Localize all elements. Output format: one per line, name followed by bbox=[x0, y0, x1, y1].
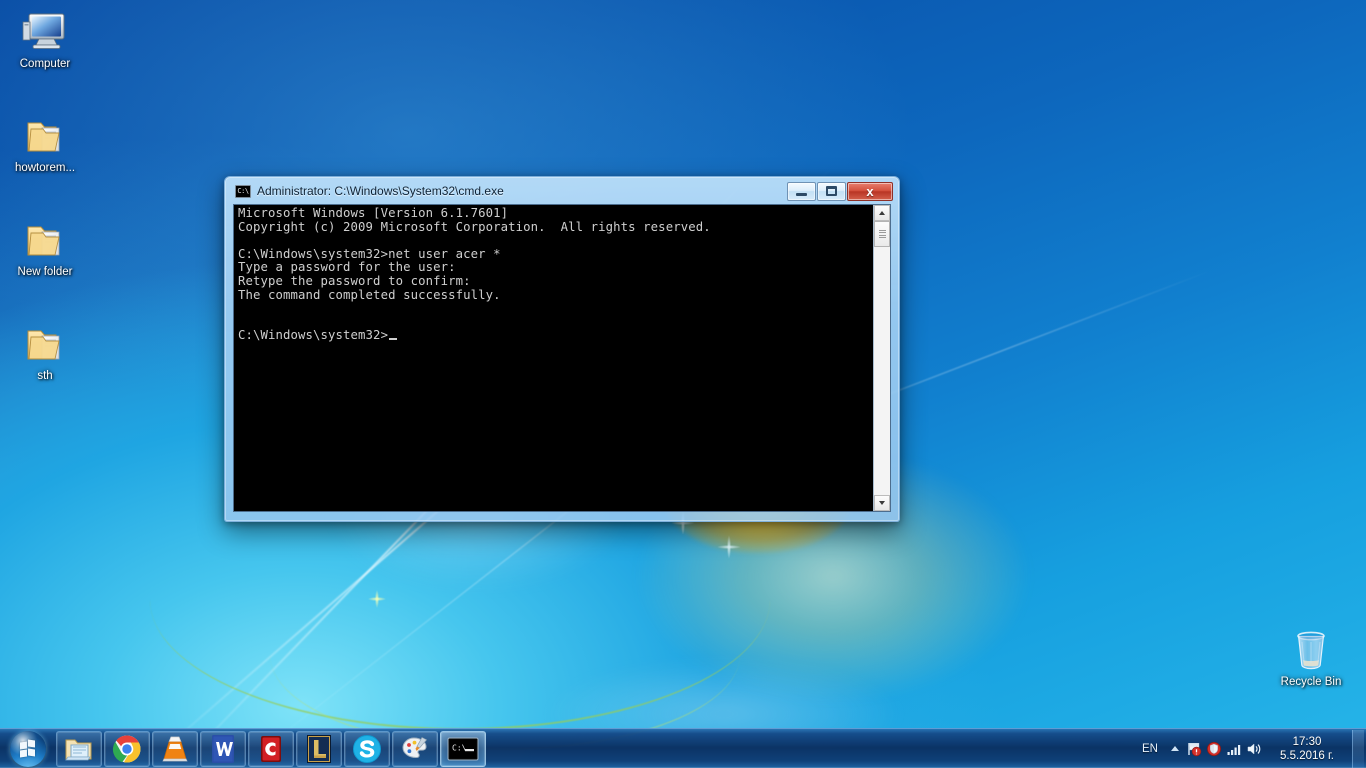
windows-logo-icon bbox=[10, 730, 46, 767]
league-of-legends-icon bbox=[307, 734, 331, 763]
close-icon: x bbox=[866, 183, 874, 199]
scrollbar-thumb[interactable] bbox=[874, 221, 890, 247]
window-title-bar[interactable]: C:\ Administrator: C:\Windows\System32\c… bbox=[229, 179, 895, 203]
taskbar-item-command-prompt[interactable]: C:\ bbox=[440, 730, 486, 767]
desktop-icon-label: Recycle Bin bbox=[1280, 676, 1342, 688]
chevron-up-icon bbox=[879, 211, 885, 215]
taskbar-item-google-chrome[interactable] bbox=[104, 730, 150, 767]
console-scrollbar[interactable] bbox=[873, 205, 890, 511]
recycle-bin-icon bbox=[1268, 624, 1354, 672]
console-area[interactable]: Microsoft Windows [Version 6.1.7601] Cop… bbox=[233, 204, 891, 512]
paint-palette-icon bbox=[402, 736, 428, 758]
microsoft-word-icon bbox=[212, 734, 234, 763]
chevron-up-icon bbox=[1171, 746, 1179, 751]
windows-explorer-icon bbox=[65, 739, 92, 760]
taskbar-item-windows-explorer[interactable] bbox=[56, 730, 102, 767]
desktop-icon-howtorem[interactable]: howtorem... bbox=[2, 110, 88, 175]
desktop-icon-sth[interactable]: sth bbox=[2, 318, 88, 383]
folder-icon bbox=[2, 318, 88, 366]
taskbar[interactable]: C:\ EN 17:30 5.5.2016 г. bbox=[0, 728, 1366, 768]
minimize-button[interactable] bbox=[787, 181, 816, 201]
taskbar-items: C:\ bbox=[55, 729, 487, 768]
clock[interactable]: 17:30 5.5.2016 г. bbox=[1264, 735, 1350, 763]
network-signal-icon[interactable] bbox=[1224, 734, 1244, 764]
desktop-icon-computer[interactable]: Computer bbox=[2, 6, 88, 71]
system-tray: EN 17:30 5.5.2016 г. bbox=[1134, 729, 1366, 768]
close-button[interactable]: x bbox=[847, 181, 893, 201]
command-prompt-icon: C:\ bbox=[447, 737, 479, 760]
chevron-down-icon bbox=[879, 501, 885, 505]
clock-date: 5.5.2016 г. bbox=[1280, 749, 1334, 762]
desktop-icon-new-folder[interactable]: New folder bbox=[2, 214, 88, 279]
chrome-icon bbox=[112, 734, 141, 763]
scrollbar-track[interactable] bbox=[874, 221, 890, 495]
show-desktop-button[interactable] bbox=[1352, 729, 1364, 768]
svg-text:C:\: C:\ bbox=[452, 743, 467, 752]
taskbar-item-microsoft-word[interactable] bbox=[200, 730, 246, 767]
start-button[interactable] bbox=[1, 730, 55, 768]
action-center-flag-icon[interactable] bbox=[1184, 734, 1204, 764]
folder-icon bbox=[2, 110, 88, 158]
scrollbar-up-button[interactable] bbox=[874, 205, 890, 221]
maximize-icon bbox=[826, 186, 837, 196]
wallpaper-sparkle-1 bbox=[712, 530, 746, 564]
window-controls: x bbox=[786, 181, 893, 201]
desktop-icon-label: howtorem... bbox=[14, 162, 76, 174]
volume-speaker-icon[interactable] bbox=[1244, 734, 1264, 764]
vlc-cone-icon bbox=[162, 736, 188, 761]
cmd-window-icon: C:\ bbox=[235, 184, 251, 198]
desktop-icon-label: New folder bbox=[17, 266, 73, 278]
security-shield-icon[interactable] bbox=[1204, 734, 1224, 764]
language-indicator[interactable]: EN bbox=[1134, 743, 1166, 755]
computer-icon bbox=[2, 6, 88, 54]
console-text-content: Microsoft Windows [Version 6.1.7601] Cop… bbox=[238, 206, 711, 343]
console-output[interactable]: Microsoft Windows [Version 6.1.7601] Cop… bbox=[234, 205, 873, 511]
c-app-icon bbox=[261, 735, 281, 762]
maximize-button[interactable] bbox=[817, 181, 846, 201]
taskbar-item-paint[interactable] bbox=[392, 730, 438, 767]
scrollbar-grip-icon bbox=[878, 228, 886, 240]
clock-time: 17:30 bbox=[1292, 735, 1322, 748]
taskbar-item-skype[interactable] bbox=[344, 730, 390, 767]
window-title: Administrator: C:\Windows\System32\cmd.e… bbox=[257, 184, 504, 198]
taskbar-item-league-of-legends[interactable] bbox=[296, 730, 342, 767]
desktop-icon-label: Computer bbox=[19, 58, 71, 70]
skype-icon bbox=[353, 734, 381, 763]
desktop-icon-label: sth bbox=[37, 370, 53, 382]
scrollbar-down-button[interactable] bbox=[874, 495, 890, 511]
taskbar-item-c-app[interactable] bbox=[248, 730, 294, 767]
desktop-icon-recycle-bin[interactable]: Recycle Bin bbox=[1268, 624, 1354, 689]
wallpaper-sparkle-3 bbox=[364, 586, 390, 612]
minimize-icon bbox=[796, 193, 807, 196]
show-hidden-icons-button[interactable] bbox=[1166, 734, 1184, 764]
taskbar-item-vlc[interactable] bbox=[152, 730, 198, 767]
folder-icon bbox=[2, 214, 88, 262]
command-prompt-window[interactable]: C:\ Administrator: C:\Windows\System32\c… bbox=[224, 176, 900, 522]
console-cursor bbox=[389, 338, 398, 341]
